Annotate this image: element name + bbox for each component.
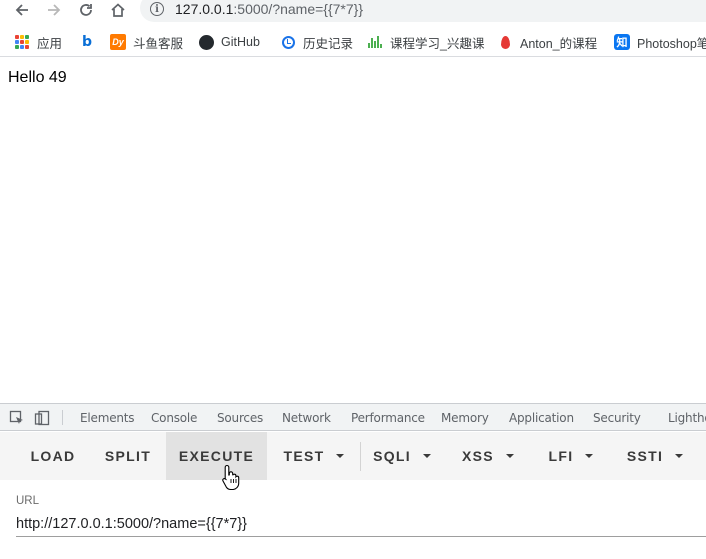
bookmark-anton[interactable]: Anton_的课程 xyxy=(497,32,597,52)
devtools-panel: Elements Console Sources Network Perform… xyxy=(0,403,706,559)
hackbar-toolbar: LOAD SPLIT EXECUTE TEST SQLI XSS LFI SST… xyxy=(0,432,706,480)
bookmarks-bar: 应用 b Dy 斗鱼客服 GitHub 历史记录 课程学习_兴趣课 Anton_… xyxy=(0,27,706,57)
history-icon xyxy=(280,34,296,50)
devtools-tab-strip: Elements Console Sources Network Perform… xyxy=(0,404,706,431)
url-field-label: URL xyxy=(16,495,40,507)
button-label: EXECUTE xyxy=(178,448,255,464)
bookmark-github[interactable]: GitHub xyxy=(198,32,260,52)
browser-toolbar: i 127.0.0.1:5000/?name={{7*7}} xyxy=(0,0,706,24)
hand-pointer-icon xyxy=(222,464,240,490)
button-label: SPLIT xyxy=(104,448,152,464)
reload-button[interactable] xyxy=(75,0,97,20)
page-viewport: Hello 49 xyxy=(0,58,706,403)
bookmark-label: Photoshop笔 xyxy=(637,36,706,51)
github-icon xyxy=(198,34,214,50)
load-button[interactable]: LOAD xyxy=(18,432,88,480)
bing-icon: b xyxy=(81,34,93,50)
soundwave-icon xyxy=(367,34,383,50)
test-dropdown[interactable]: TEST xyxy=(271,432,357,480)
chevron-down-icon xyxy=(675,454,684,458)
ssti-dropdown[interactable]: SSTI xyxy=(619,432,691,480)
info-icon[interactable]: i xyxy=(150,2,164,16)
home-button[interactable] xyxy=(107,0,129,20)
apps-grid-icon xyxy=(14,34,30,50)
device-toolbar-icon[interactable] xyxy=(34,410,50,426)
reload-icon xyxy=(80,4,92,16)
tab-lighthouse[interactable]: Lighthouse xyxy=(668,411,706,425)
lfi-dropdown[interactable]: LFI xyxy=(540,432,602,480)
bookmark-bing[interactable]: b xyxy=(79,32,102,52)
hackbar-url-input[interactable] xyxy=(16,511,706,537)
hackbar-divider xyxy=(360,442,361,471)
back-button[interactable] xyxy=(11,0,33,20)
bookmark-label: Anton_的课程 xyxy=(520,36,598,51)
xss-dropdown[interactable]: XSS xyxy=(455,432,521,480)
arrow-left-icon xyxy=(15,4,28,16)
execute-button[interactable]: EXECUTE xyxy=(166,432,267,480)
button-label: LFI xyxy=(548,448,574,464)
zhihu-icon: 知 xyxy=(614,34,630,50)
page-content-text: Hello 49 xyxy=(8,69,67,86)
address-bar-url[interactable]: 127.0.0.1:5000/?name={{7*7}} xyxy=(175,1,363,17)
tab-application[interactable]: Application xyxy=(509,411,574,425)
bookmark-apps[interactable]: 应用 xyxy=(14,32,62,52)
flame-icon xyxy=(497,34,513,50)
tab-performance[interactable]: Performance xyxy=(351,411,425,425)
tab-sources[interactable]: Sources xyxy=(217,411,263,425)
bookmark-douyu[interactable]: Dy 斗鱼客服 xyxy=(110,32,183,52)
button-label: TEST xyxy=(283,448,325,464)
arrow-right-icon xyxy=(48,4,61,16)
button-label: SSTI xyxy=(626,448,664,464)
bookmark-label: 历史记录 xyxy=(303,36,354,51)
chevron-down-icon xyxy=(422,454,431,458)
bookmark-label: GitHub xyxy=(221,35,260,49)
tab-elements[interactable]: Elements xyxy=(80,411,135,425)
douyu-icon: Dy xyxy=(110,34,126,50)
button-label: LOAD xyxy=(30,448,76,464)
tab-network[interactable]: Network xyxy=(282,411,331,425)
bookmark-label: 斗鱼客服 xyxy=(133,36,184,51)
sqli-dropdown[interactable]: SQLI xyxy=(366,432,438,480)
chevron-down-icon xyxy=(505,454,514,458)
tab-memory[interactable]: Memory xyxy=(441,411,489,425)
url-path: :5000/?name={{7*7}} xyxy=(233,1,364,17)
button-label: XSS xyxy=(462,448,494,464)
home-icon xyxy=(111,3,125,17)
bookmark-history[interactable]: 历史记录 xyxy=(280,32,353,52)
chevron-down-icon xyxy=(585,454,594,458)
tab-security[interactable]: Security xyxy=(593,411,641,425)
button-label: SQLI xyxy=(373,448,411,464)
split-button[interactable]: SPLIT xyxy=(93,432,163,480)
devtools-divider xyxy=(62,410,63,425)
forward-button[interactable] xyxy=(43,0,65,20)
bookmark-course[interactable]: 课程学习_兴趣课 xyxy=(367,32,484,52)
tab-console[interactable]: Console xyxy=(151,411,197,425)
bookmark-label: 课程学习_兴趣课 xyxy=(390,36,485,51)
chevron-down-icon xyxy=(336,454,345,458)
bookmark-label: 应用 xyxy=(37,36,63,51)
bookmark-photoshop[interactable]: 知 Photoshop笔 xyxy=(614,32,706,52)
url-host: 127.0.0.1 xyxy=(175,1,234,17)
inspect-element-icon[interactable] xyxy=(9,410,25,426)
